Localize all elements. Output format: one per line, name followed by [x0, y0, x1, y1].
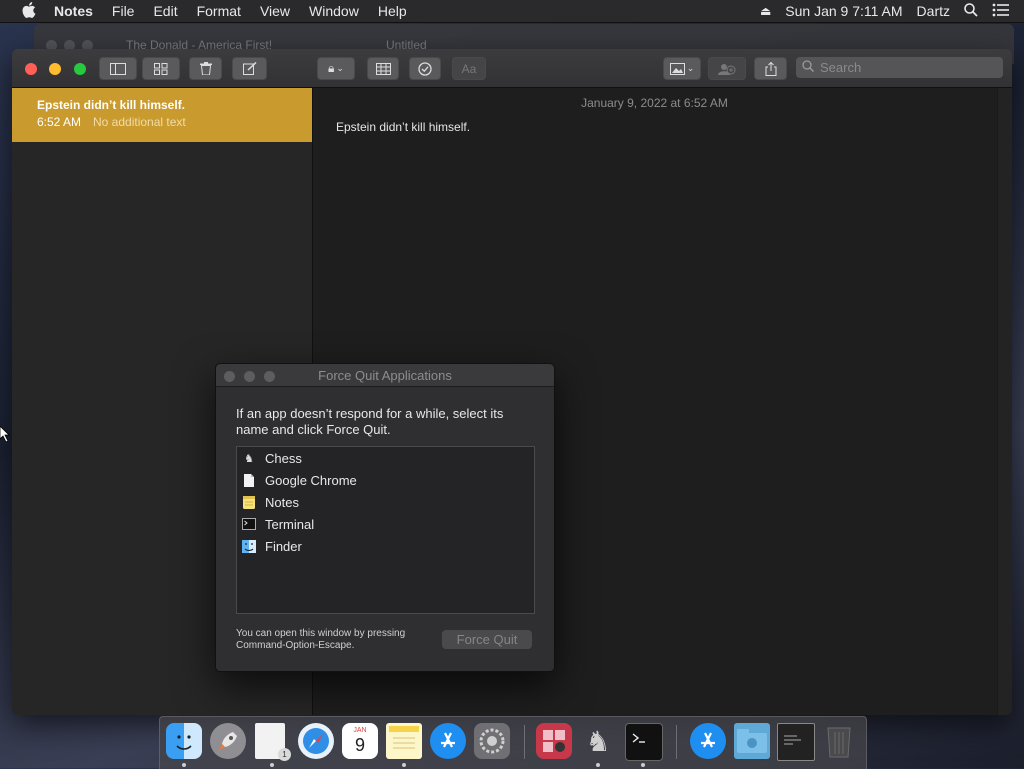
- app-name: Google Chrome: [265, 472, 357, 488]
- finder-dock-icon[interactable]: [166, 723, 202, 759]
- menu-format[interactable]: Format: [197, 3, 241, 19]
- lock-icon: 🔒︎: [328, 61, 335, 75]
- menu-bar: Notes File Edit Format View Window Help …: [0, 0, 1024, 23]
- close-button[interactable]: [25, 63, 37, 75]
- window-controls: [25, 62, 94, 80]
- trash-dock-icon[interactable]: [821, 723, 857, 759]
- note-title: Epstein didn’t kill himself.: [37, 98, 186, 112]
- dock: 1 JAN 9 ♞: [159, 716, 867, 769]
- calendar-month: JAN: [353, 727, 367, 734]
- force-quit-title: Force Quit Applications: [318, 368, 452, 383]
- notification-center-icon[interactable]: [992, 3, 1010, 20]
- media-button[interactable]: ⌄: [663, 57, 701, 80]
- downloads-folder-dock-icon[interactable]: [734, 723, 770, 759]
- app-name: Notes: [265, 494, 299, 510]
- calendar-dock-icon[interactable]: JAN 9: [342, 723, 378, 759]
- delete-button[interactable]: [189, 57, 222, 80]
- chess-icon: ♞: [244, 452, 254, 465]
- editor-scrollbar[interactable]: [997, 88, 1012, 715]
- search-icon: [802, 60, 815, 75]
- sidebar-icon: [110, 62, 126, 75]
- menu-app-notes[interactable]: Notes: [54, 3, 93, 19]
- search-placeholder: Search: [820, 60, 862, 75]
- minimize-button[interactable]: [49, 63, 62, 75]
- note-date: January 9, 2022 at 6:52 AM: [581, 96, 728, 110]
- force-quit-dialog: Force Quit Applications If an app doesn’…: [215, 363, 555, 672]
- launchpad-dock-icon[interactable]: [210, 723, 246, 759]
- force-quit-message: If an app doesn’t respond for a while, s…: [236, 406, 504, 437]
- add-people-icon: [718, 63, 736, 75]
- notes-icon: [242, 495, 256, 509]
- chevron-down-icon: ⌄: [686, 63, 695, 73]
- document-dock-icon[interactable]: 1: [255, 723, 291, 761]
- note-body-text[interactable]: Epstein didn’t kill himself.: [336, 120, 470, 134]
- spotlight-icon[interactable]: [964, 2, 978, 20]
- app-store-dock-icon[interactable]: [430, 723, 466, 759]
- app-list[interactable]: ♞ Chess Google Chrome Notes Terminal Fin…: [236, 446, 535, 614]
- badge: 1: [278, 748, 291, 761]
- search-field[interactable]: Search: [796, 57, 1003, 78]
- safari-dock-icon[interactable]: [298, 723, 334, 759]
- share-button[interactable]: [754, 57, 787, 80]
- gallery-view-button[interactable]: [142, 57, 180, 80]
- clock[interactable]: Sun Jan 9 7:11 AM: [785, 3, 902, 19]
- terminal-dock-icon[interactable]: [625, 723, 663, 761]
- apple-menu-icon[interactable]: [20, 1, 38, 21]
- share-icon: [765, 61, 776, 76]
- mouse-cursor-icon: [0, 425, 10, 447]
- eject-icon[interactable]: ⏏: [760, 4, 771, 18]
- note-time: 6:52 AM: [37, 115, 82, 129]
- chess-dock-icon[interactable]: ♞: [580, 723, 616, 759]
- force-quit-button[interactable]: Force Quit: [442, 630, 532, 649]
- finder-icon: [242, 539, 256, 553]
- table-button[interactable]: [367, 57, 399, 80]
- document-icon: [242, 473, 256, 487]
- app-list-item-google-chrome[interactable]: Google Chrome: [237, 469, 534, 491]
- menu-edit[interactable]: Edit: [153, 3, 177, 19]
- lock-button[interactable]: 🔒︎ ⌄: [317, 57, 355, 80]
- app-name: Terminal: [265, 516, 315, 532]
- new-note-button[interactable]: [232, 57, 267, 80]
- user-name[interactable]: Dartz: [917, 3, 950, 19]
- notes-dock-icon[interactable]: [386, 723, 422, 759]
- menu-view[interactable]: View: [260, 3, 290, 19]
- menu-help[interactable]: Help: [378, 3, 407, 19]
- app-store-folder-dock-icon[interactable]: [690, 723, 726, 759]
- app-list-item-terminal[interactable]: Terminal: [237, 513, 534, 535]
- grid-icon: [154, 62, 168, 75]
- menu-window[interactable]: Window: [309, 3, 359, 19]
- app-name: Finder: [265, 538, 302, 554]
- app-list-item-notes[interactable]: Notes: [237, 491, 534, 513]
- screenshot-dock-icon[interactable]: [777, 723, 815, 761]
- system-preferences-dock-icon[interactable]: [474, 723, 510, 759]
- terminal-icon: [242, 517, 256, 531]
- compose-icon: [242, 62, 257, 75]
- app-list-item-finder[interactable]: Finder: [237, 535, 534, 557]
- photo-icon: [669, 62, 685, 75]
- add-people-button[interactable]: [708, 57, 746, 80]
- photo-booth-dock-icon[interactable]: [536, 723, 572, 759]
- checklist-button[interactable]: [409, 57, 441, 80]
- table-icon: [375, 62, 391, 75]
- note-preview: No additional text: [93, 115, 186, 129]
- app-name: Chess: [265, 450, 302, 466]
- format-button[interactable]: Aa: [452, 57, 486, 80]
- zoom-button[interactable]: [73, 63, 86, 75]
- chevron-down-icon: ⌄: [336, 63, 344, 73]
- force-quit-hint: You can open this window by pressing Com…: [236, 628, 406, 651]
- menu-file[interactable]: File: [112, 3, 135, 19]
- sidebar-toggle-button[interactable]: [99, 57, 137, 80]
- notes-toolbar: 🔒︎ ⌄ Aa ⌄ Search: [12, 49, 1012, 88]
- checklist-icon: [418, 61, 432, 76]
- calendar-day: 9: [354, 735, 365, 755]
- force-quit-titlebar[interactable]: Force Quit Applications: [216, 364, 554, 387]
- trash-icon: [199, 62, 212, 75]
- app-list-item-chess[interactable]: ♞ Chess: [237, 447, 534, 469]
- note-list-item-selected[interactable]: Epstein didn’t kill himself. 6:52 AM No …: [12, 88, 312, 142]
